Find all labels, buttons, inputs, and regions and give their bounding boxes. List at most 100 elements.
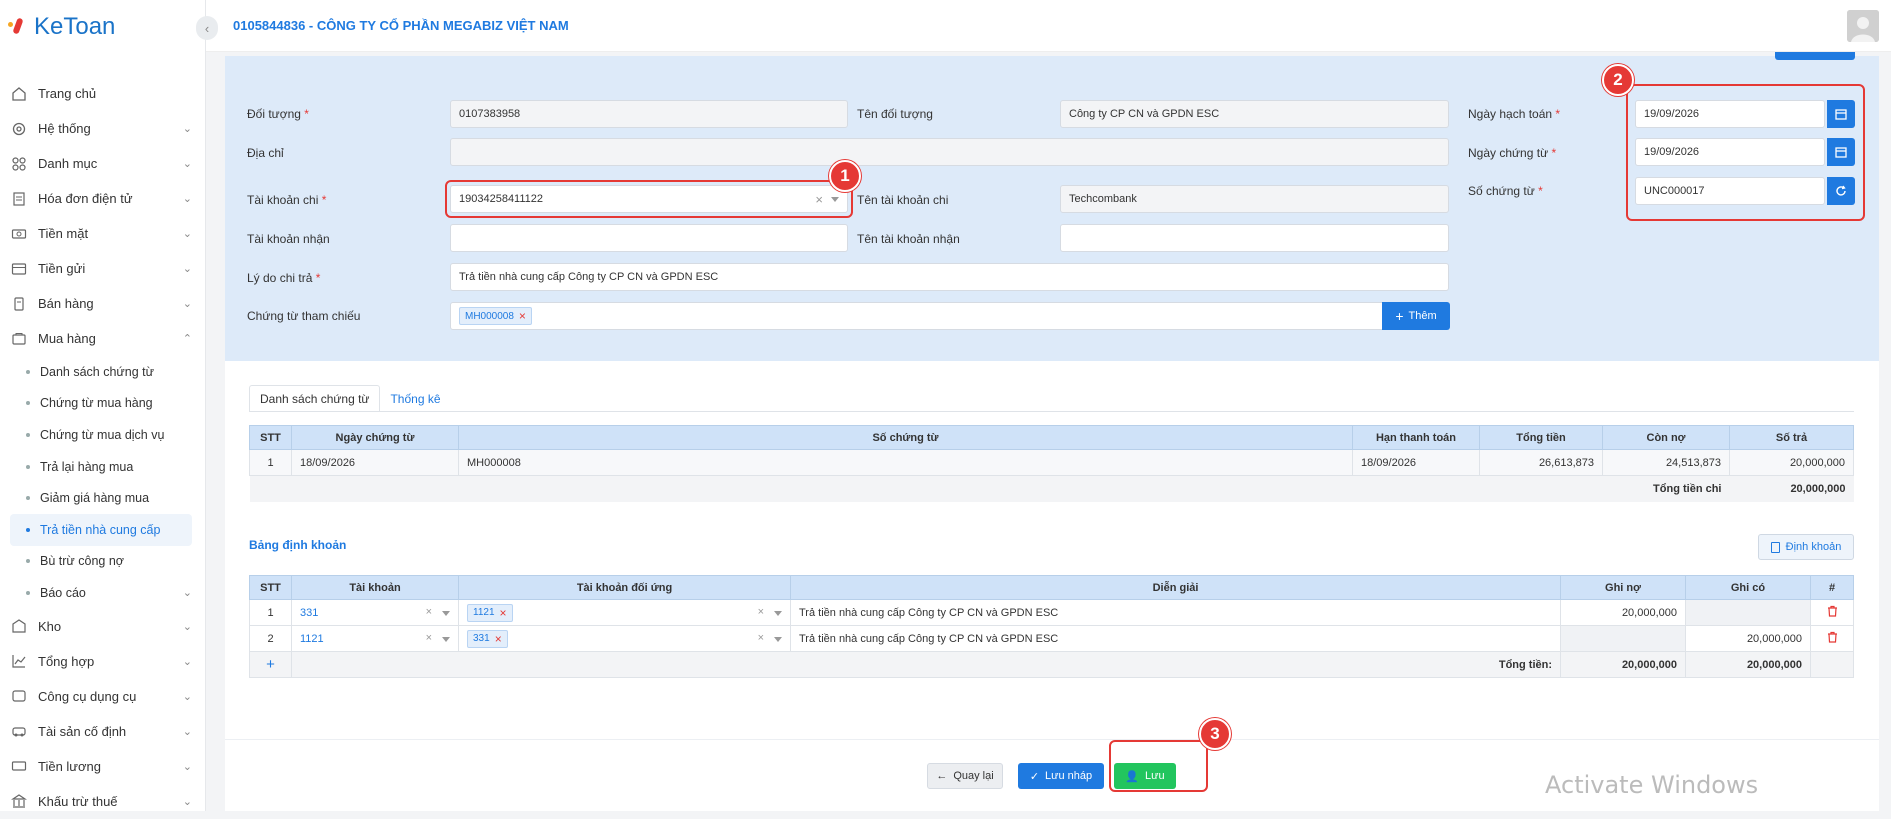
sidebar-sub-giam-gia-hang-mua[interactable]: Giảm giá hàng mua — [10, 482, 192, 514]
top-action-button[interactable] — [1775, 52, 1855, 60]
tai-khoan-select[interactable]: 1121 × — [291, 625, 459, 652]
them-button[interactable]: + Thêm — [1382, 302, 1450, 330]
caret-down-icon[interactable] — [442, 637, 450, 642]
ten-tk-nhan-field[interactable] — [1060, 224, 1449, 252]
entry-total-co: 20,000,000 — [1685, 651, 1811, 678]
sidebar-sub-tra-tien-ncc[interactable]: Trả tiền nhà cung cấp — [10, 513, 192, 546]
topbar: 0105844836 - CÔNG TY CỔ PHẦN MEGABIZ VIỆ… — [206, 0, 1891, 52]
activate-windows-watermark: Activate Windows — [1545, 771, 1759, 799]
sidebar-sub-chung-tu-mua-dich-vu[interactable]: Chứng từ mua dịch vụ — [10, 419, 192, 451]
doi-tuong-field[interactable]: 0107383958 — [450, 100, 848, 128]
tab-danh-sach-chung-tu[interactable]: Danh sách chứng từ — [249, 385, 381, 412]
sidebar-item-kho[interactable]: Kho ⌄ — [10, 609, 192, 644]
ten-tk-nhan-label: Tên tài khoản nhận — [857, 232, 960, 246]
ly-do-field[interactable]: Trả tiền nhà cung cấp Công ty CP CN và G… — [450, 263, 1449, 291]
sidebar-item-tien-gui[interactable]: Tiền gửi ⌄ — [10, 251, 192, 286]
sidebar-item-khau-tru-thue[interactable]: Khấu trừ thuế ⌄ — [10, 784, 192, 819]
sidebar-item-label: Hệ thống — [38, 121, 91, 136]
ct-tham-chieu-label: Chứng từ tham chiếu — [247, 309, 361, 323]
sidebar-item-label: Khấu trừ thuế — [38, 793, 118, 809]
add-row-button[interactable]: + — [249, 651, 292, 678]
sidebar-item-cong-cu[interactable]: Công cụ dụng cụ ⌄ — [10, 679, 192, 714]
total-row: Tổng tiền chi 20,000,000 — [249, 475, 1854, 502]
logo-mark-icon — [8, 16, 28, 38]
brand-logo[interactable]: KeToan — [8, 10, 115, 44]
tab-underline — [249, 411, 1854, 412]
remove-icon[interactable]: × — [495, 632, 502, 646]
sidebar-sub-bao-cao[interactable]: Báo cáo ⌄ — [10, 577, 192, 609]
clear-icon[interactable]: × — [426, 632, 432, 644]
chevron-down-icon: ⌄ — [182, 263, 192, 275]
dinh-khoan-button[interactable]: Định khoản — [1758, 534, 1854, 560]
sidebar-item-danh-muc[interactable]: Danh mục ⌄ — [10, 146, 192, 181]
salary-icon — [10, 757, 28, 775]
doi-tuong-label: Đối tượng * — [247, 107, 309, 121]
remove-icon[interactable]: × — [500, 606, 507, 620]
cash-icon — [10, 225, 28, 243]
sidebar-sub-label: Danh sách chứng từ — [40, 364, 155, 379]
ten-doi-tuong-field[interactable]: Công ty CP CN và GPDN ESC — [1060, 100, 1449, 128]
tk-doi-ung-select[interactable]: 1121 × × — [458, 599, 791, 626]
sidebar-item-mua-hang[interactable]: Mua hàng ⌃ — [10, 321, 192, 356]
dia-chi-field[interactable] — [450, 138, 1449, 166]
save-draft-button[interactable]: ✓ Lưu nháp — [1018, 763, 1104, 789]
invoice-icon — [10, 190, 28, 208]
sidebar-item-hoa-don[interactable]: Hóa đơn điện tử ⌄ — [10, 181, 192, 216]
sidebar-item-tong-hop[interactable]: Tổng hợp ⌄ — [10, 644, 192, 679]
chevron-down-icon: ⌄ — [182, 655, 192, 668]
clear-icon[interactable]: × — [758, 606, 764, 618]
table-row[interactable]: 1 18/09/2026 MH000008 18/09/2026 26,613,… — [249, 449, 1854, 476]
ly-do-value: Trả tiền nhà cung cấp Công ty CP CN và G… — [459, 271, 719, 283]
col-ghi-no: Ghi nợ — [1560, 575, 1686, 600]
ct-tham-chieu-field[interactable]: MH000008 × — [450, 302, 1390, 330]
caret-down-icon[interactable] — [774, 611, 782, 616]
ghi-co-cell[interactable]: 20,000,000 — [1685, 625, 1811, 652]
remove-icon[interactable]: × — [519, 309, 526, 323]
sidebar-item-tai-san[interactable]: Tài sản cố định ⌄ — [10, 714, 192, 749]
main-content: Đối tượng * 0107383958 Tên đối tượng Côn… — [225, 52, 1879, 811]
tai-khoan-select[interactable]: 331 × — [291, 599, 459, 626]
dia-chi-label: Địa chỉ — [247, 146, 284, 160]
sidebar-item-tien-luong[interactable]: Tiền lương ⌄ — [10, 749, 192, 784]
table-row: 1 331 × 1121 × × Trả tiền nhà cung cấp Công… — [249, 599, 1854, 626]
ghi-no-cell[interactable]: 20,000,000 — [1560, 599, 1686, 626]
bullet-icon — [26, 464, 30, 469]
sidebar-collapse-button[interactable]: ‹ — [196, 16, 218, 40]
sidebar-item-tien-mat[interactable]: Tiền mặt ⌄ — [10, 216, 192, 251]
sidebar-item-label: Công cụ dụng cụ — [38, 688, 137, 704]
delete-row-button[interactable] — [1810, 625, 1854, 652]
ghi-co-cell[interactable] — [1685, 599, 1811, 626]
dien-giai-cell[interactable]: Trả tiền nhà cung cấp Công ty CP CN và G… — [790, 599, 1561, 626]
cell-so-tra[interactable]: 20,000,000 — [1729, 449, 1854, 476]
caret-down-icon[interactable] — [774, 637, 782, 642]
home-icon — [10, 85, 28, 103]
delete-row-button[interactable] — [1810, 599, 1854, 626]
sidebar-item-label: Tiền lương — [38, 758, 101, 774]
sidebar-item-ban-hang[interactable]: Bán hàng ⌄ — [10, 286, 192, 321]
sidebar-item-trang-chu[interactable]: Trang chủ — [10, 76, 192, 111]
tai-khoan-nhan-field[interactable] — [450, 224, 848, 252]
clear-icon[interactable]: × — [758, 632, 764, 644]
sidebar-sub-tra-lai-hang-mua[interactable]: Trả lại hàng mua — [10, 451, 192, 483]
caret-down-icon[interactable] — [442, 611, 450, 616]
tk-doi-ung-select[interactable]: 331 × × — [458, 625, 791, 652]
trash-icon — [1827, 605, 1837, 617]
sidebar-sub-bu-tru-cong-no[interactable]: Bù trừ công nợ — [10, 546, 192, 578]
tai-khoan-chi-label: Tài khoản chi * — [247, 193, 327, 207]
back-button[interactable]: ← Quay lại — [927, 763, 1003, 789]
col-stt: STT — [249, 575, 292, 600]
ghi-no-cell[interactable] — [1560, 625, 1686, 652]
account-tag: 331 × — [467, 629, 508, 648]
sidebar-item-label: Hóa đơn điện tử — [38, 191, 133, 206]
tab-thong-ke[interactable]: Thống kê — [380, 385, 450, 412]
sidebar-item-label: Mua hàng — [38, 331, 96, 346]
sidebar-sub-chung-tu-mua-hang[interactable]: Chứng từ mua hàng — [10, 388, 192, 420]
sidebar-sub-danh-sach-chung-tu[interactable]: Danh sách chứng từ — [10, 356, 192, 388]
sidebar-item-he-thong[interactable]: Hệ thống ⌄ — [10, 111, 192, 146]
ten-tk-chi-field[interactable]: Techcombank — [1060, 185, 1449, 213]
chevron-down-icon: ⌄ — [182, 620, 192, 633]
save-draft-label: Lưu nháp — [1045, 770, 1093, 782]
clear-icon[interactable]: × — [426, 606, 432, 618]
avatar[interactable] — [1847, 10, 1879, 42]
dien-giai-cell[interactable]: Trả tiền nhà cung cấp Công ty CP CN và G… — [790, 625, 1561, 652]
